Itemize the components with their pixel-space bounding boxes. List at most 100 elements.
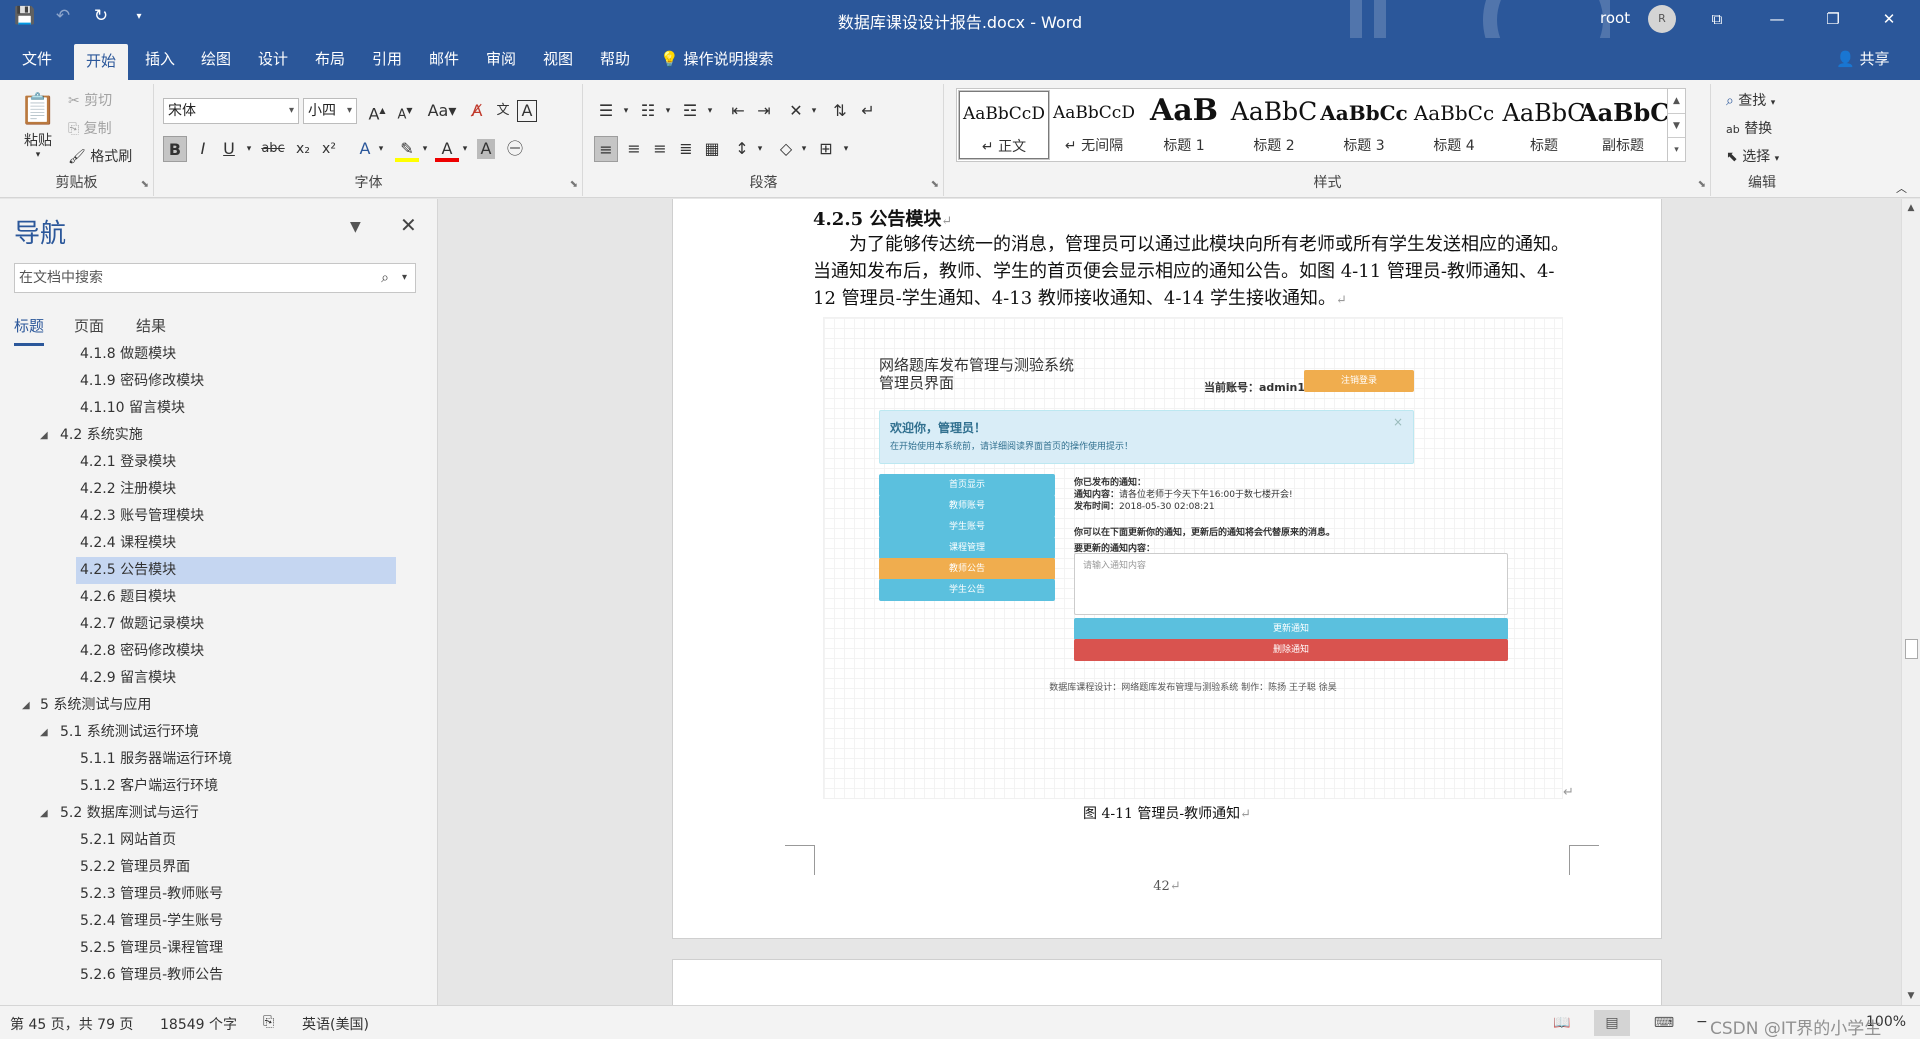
nav-tab-results[interactable]: 结果 <box>136 315 166 336</box>
vertical-scrollbar[interactable]: ▲ ▼ <box>1901 199 1920 1005</box>
font-size-combo[interactable]: 小四 ▾ <box>303 98 357 124</box>
search-icon[interactable]: ⌕ <box>381 264 389 292</box>
clear-formatting-icon[interactable]: A̸ <box>465 98 489 124</box>
tab-home[interactable]: 开始 <box>74 44 129 80</box>
more-styles-icon[interactable]: ▾ <box>1668 137 1685 161</box>
collapse-caret-icon[interactable]: ◢ <box>40 727 48 738</box>
character-border-icon[interactable]: A <box>517 100 537 122</box>
close-icon[interactable]: ✕ <box>1866 0 1912 38</box>
nav-heading-item[interactable]: 5.2.1 网站首页 <box>76 827 176 854</box>
nav-tab-pages[interactable]: 页面 <box>74 315 104 336</box>
avatar[interactable]: R <box>1648 5 1676 33</box>
nav-heading-item[interactable]: 5.2.5 管理员-课程管理 <box>76 935 223 962</box>
font-name-combo[interactable]: 宋体 ▾ <box>163 98 299 124</box>
nav-heading-item[interactable]: 5 系统测试与应用 <box>36 692 151 719</box>
nav-heading-item[interactable]: 4.2.4 课程模块 <box>76 530 176 557</box>
page-count[interactable]: 第 45 页，共 79 页 <box>10 1014 133 1034</box>
chevron-down-icon[interactable]: ▾ <box>413 136 437 162</box>
subscript-icon[interactable]: x₂ <box>291 136 315 162</box>
read-mode-icon[interactable]: 📖 <box>1544 1010 1580 1036</box>
decrease-indent-icon[interactable]: ⇤ <box>726 98 750 124</box>
chevron-down-icon[interactable]: ▾ <box>792 136 816 162</box>
chevron-down-icon[interactable]: ▾ <box>834 136 858 162</box>
format-painter-button[interactable]: 🖌 格式刷 <box>68 146 132 166</box>
styles-scroll[interactable]: ▲ ▼ ▾ <box>1667 89 1685 161</box>
tab-mailings[interactable]: 邮件 <box>417 38 471 80</box>
tab-view[interactable]: 视图 <box>531 38 585 80</box>
chevron-down-icon[interactable]: ▾ <box>802 98 826 124</box>
nav-heading-item[interactable]: 5.2.4 管理员-学生账号 <box>76 908 223 935</box>
nav-heading-item[interactable]: 5.2.3 管理员-教师账号 <box>76 881 223 908</box>
scroll-down-icon[interactable]: ▼ <box>1902 987 1920 1005</box>
tab-draw[interactable]: 绘图 <box>189 38 243 80</box>
restore-icon[interactable]: ❐ <box>1810 0 1856 38</box>
zoom-out-icon[interactable]: − <box>1696 1014 1708 1030</box>
dialog-launcher-icon[interactable]: ⬊ <box>141 179 149 190</box>
tab-insert[interactable]: 插入 <box>133 38 187 80</box>
tab-layout[interactable]: 布局 <box>303 38 357 80</box>
select-button[interactable]: ⬉ 选择 ▾ <box>1726 146 1779 166</box>
nav-heading-item[interactable]: 4.2.5 公告模块 <box>76 557 396 584</box>
grow-font-icon[interactable]: A▲ <box>365 98 389 124</box>
style-heading-2[interactable]: AaBbC 标题 2 <box>1229 91 1319 159</box>
word-count[interactable]: 18549 个字 <box>160 1014 237 1034</box>
nav-heading-item[interactable]: 5.1.1 服务器端运行环境 <box>76 746 232 773</box>
style-no-spacing[interactable]: AaBbCcD ↵ 无间隔 <box>1049 91 1139 159</box>
style-heading-1[interactable]: AaB 标题 1 <box>1139 91 1229 159</box>
tab-design[interactable]: 设计 <box>246 38 300 80</box>
print-layout-icon[interactable]: ▤ <box>1594 1010 1630 1036</box>
chevron-down-icon[interactable]: ▾ <box>453 136 477 162</box>
ribbon-display-icon[interactable]: ⧉ <box>1694 0 1740 38</box>
chevron-down-icon[interactable]: ▾ <box>656 98 680 124</box>
nav-heading-item[interactable]: 4.2.8 密码修改模块 <box>76 638 204 665</box>
tab-file[interactable]: 文件 <box>10 38 64 80</box>
scroll-up-icon[interactable]: ▲ <box>1902 199 1920 217</box>
nav-heading-item[interactable]: 4.2.3 账号管理模块 <box>76 503 204 530</box>
align-right-icon[interactable]: ≡ <box>648 136 672 162</box>
nav-heading-item[interactable]: 4.2.9 留言模块 <box>76 665 176 692</box>
nav-tab-headings[interactable]: 标题 <box>14 315 45 346</box>
sort-icon[interactable]: ⇅ <box>828 98 852 124</box>
nav-heading-item[interactable]: 5.2 数据库测试与运行 <box>56 800 199 827</box>
nav-heading-item[interactable]: 5.1.2 客户端运行环境 <box>76 773 218 800</box>
collapse-caret-icon[interactable]: ◢ <box>40 808 48 819</box>
tell-me-search[interactable]: 💡 操作说明搜索 <box>660 38 773 80</box>
chevron-down-icon[interactable]: ▾ <box>698 98 722 124</box>
document-page[interactable]: 4.2.5 公告模块↵ 为了能够传达统一的消息，管理员可以通过此模块向所有老师或… <box>672 199 1662 939</box>
tab-references[interactable]: 引用 <box>360 38 414 80</box>
style-heading-3[interactable]: AaBbCc 标题 3 <box>1319 91 1409 159</box>
style-heading-4[interactable]: AaBbCc 标题 4 <box>1409 91 1499 159</box>
character-shading-icon[interactable]: A <box>477 139 495 159</box>
collapse-caret-icon[interactable]: ◢ <box>40 430 48 441</box>
replace-button[interactable]: ab 替换 <box>1726 118 1772 138</box>
nav-heading-item[interactable]: 4.1.8 做题模块 <box>76 341 176 368</box>
align-center-icon[interactable]: ≡ <box>622 136 646 162</box>
nav-heading-item[interactable]: 4.2.1 登录模块 <box>76 449 176 476</box>
chevron-down-icon[interactable]: ▾ <box>614 98 638 124</box>
minimize-icon[interactable]: — <box>1754 0 1800 38</box>
proofing-icon[interactable]: ⎘ <box>263 1014 274 1030</box>
chevron-down-icon[interactable]: ▾ <box>748 136 772 162</box>
nav-search-input[interactable]: 在文档中搜索 ⌕ ▾ <box>14 263 416 293</box>
change-case-icon[interactable]: Aa▾ <box>425 98 459 124</box>
nav-heading-item[interactable]: 4.2.2 注册模块 <box>76 476 176 503</box>
cut-button[interactable]: ✂ 剪切 <box>68 90 112 110</box>
phonetic-guide-icon[interactable]: 文 <box>491 98 515 124</box>
dialog-launcher-icon[interactable]: ⬊ <box>1698 179 1706 190</box>
scroll-thumb[interactable] <box>1905 639 1918 659</box>
nav-heading-item[interactable]: 4.2 系统实施 <box>56 422 143 449</box>
style-title[interactable]: AaBbC 标题 <box>1499 91 1589 159</box>
dialog-launcher-icon[interactable]: ⬊ <box>931 179 939 190</box>
copy-button[interactable]: ⎘ 复制 <box>68 118 112 138</box>
chevron-down-icon[interactable]: ▾ <box>402 264 407 292</box>
collapse-caret-icon[interactable]: ◢ <box>22 700 30 711</box>
superscript-icon[interactable]: x² <box>317 136 341 162</box>
nav-heading-item[interactable]: 5.1 系统测试运行环境 <box>56 719 199 746</box>
strikethrough-icon[interactable]: abc <box>261 136 285 162</box>
nav-heading-item[interactable]: 5.2.2 管理员界面 <box>76 854 190 881</box>
enclose-characters-icon[interactable]: ㊀ <box>503 136 527 162</box>
nav-heading-item[interactable]: 5.2.6 管理员-教师公告 <box>76 962 223 989</box>
chevron-down-icon[interactable]: ▾ <box>369 136 393 162</box>
align-left-icon[interactable]: ≡ <box>594 136 618 162</box>
nav-heading-item[interactable]: 4.2.7 做题记录模块 <box>76 611 204 638</box>
